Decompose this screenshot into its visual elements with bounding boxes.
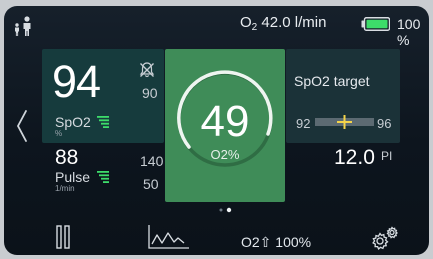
spo2-label: SpO2 — [55, 114, 91, 130]
pause-icon[interactable] — [56, 225, 70, 249]
target-range-slider-icon — [315, 115, 374, 129]
spo2-target-tile[interactable]: SpO2 target 92 96 — [286, 49, 400, 143]
battery-percent: 100 % — [397, 16, 421, 48]
alarm-off-icon — [139, 62, 155, 78]
chevron-left-icon[interactable] — [14, 109, 30, 143]
o2-flow-readout: O2 42.0 l/min — [240, 14, 326, 33]
o2-boost-button[interactable]: O2⇧ 100% — [241, 234, 311, 251]
spo2-target-low: 92 — [296, 116, 311, 131]
adult-child-icon[interactable] — [13, 16, 35, 36]
pulse-label: Pulse — [55, 169, 91, 185]
o2-symbol: O — [240, 14, 252, 31]
spo2-alarm-limit: 90 — [142, 85, 158, 101]
pulse-value: 88 — [55, 146, 79, 169]
page-indicator-icon — [219, 207, 232, 213]
spo2-tile[interactable]: 94 90 SpO2 % — [42, 49, 164, 143]
pi-label: PI — [381, 149, 393, 163]
spo2-target-title: SpO2 target — [294, 73, 370, 89]
trend-chart-icon[interactable] — [146, 224, 190, 250]
battery-fill — [366, 19, 388, 29]
o2-percent-value: 49 — [200, 97, 250, 146]
o2-flow-value: 42.0 l/min — [261, 14, 327, 31]
pulse-low-limit: 50 — [143, 176, 159, 192]
spo2-unit: % — [55, 129, 63, 138]
o2-percent-label: O2% — [210, 147, 240, 162]
settings-gears-icon[interactable] — [370, 226, 400, 250]
pulse-high-limit: 140 — [140, 153, 164, 169]
status-bar: O2 42.0 l/min 100 % — [4, 6, 429, 48]
signal-quality-icon — [97, 116, 109, 128]
signal-quality-icon — [97, 171, 109, 183]
spo2-target-high: 96 — [377, 116, 392, 131]
battery-icon — [361, 17, 390, 31]
o2-subscript: 2 — [251, 22, 258, 33]
pi-value: 12.0 — [334, 146, 375, 169]
device-screen: O2 42.0 l/min 100 % 94 90 SpO2 % 88 Puls… — [4, 6, 429, 255]
o2-percent-tile[interactable]: 49 O2% — [165, 49, 285, 202]
spo2-value: 94 — [52, 56, 101, 107]
pulse-unit: 1/min — [55, 184, 75, 193]
